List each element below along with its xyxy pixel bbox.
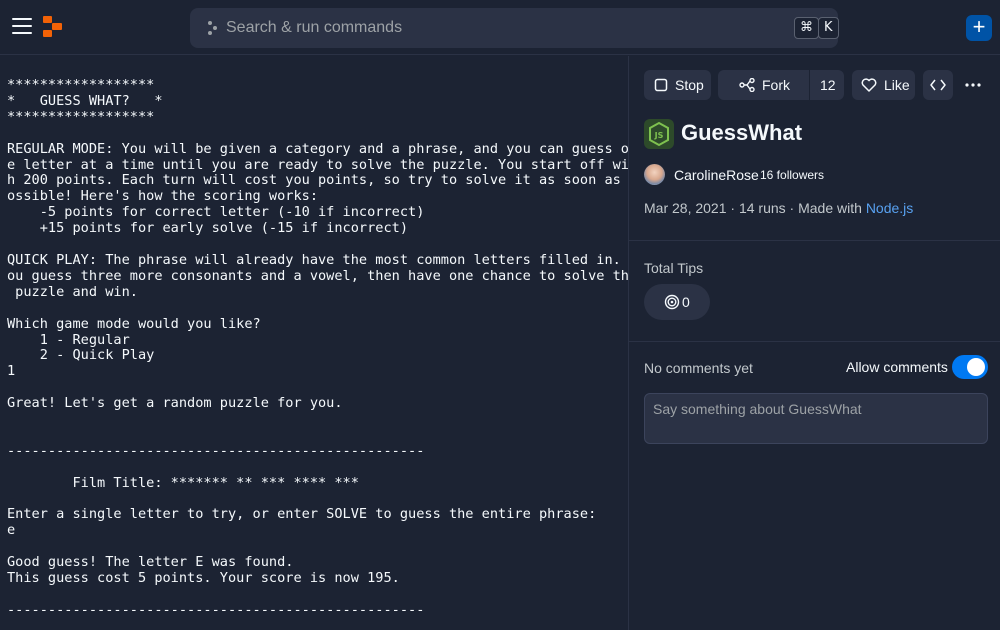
command-key-badge: ⌘ — [794, 17, 819, 39]
made-with-prefix: Made with — [798, 200, 862, 216]
embed-code-button[interactable] — [923, 70, 953, 100]
follower-count: 16 followers — [760, 168, 825, 182]
tip-spiral-icon — [664, 294, 680, 310]
stop-button[interactable]: Stop — [644, 70, 711, 100]
run-count: 14 runs — [738, 200, 786, 216]
comment-input[interactable] — [644, 393, 988, 444]
meta-separator: · — [730, 200, 739, 216]
stop-icon — [654, 78, 668, 92]
repl-info-panel: Stop Fork 12 Like JS GuessWhat CarolineR… — [629, 56, 1000, 630]
allow-comments-toggle[interactable] — [952, 355, 988, 379]
top-bar: Search & run commands ⌘ K + — [0, 0, 1000, 55]
repl-title: GuessWhat — [681, 120, 803, 145]
replit-logo[interactable] — [42, 16, 64, 38]
author-name[interactable]: CarolineRose — [674, 167, 759, 183]
allow-comments-label: Allow comments — [846, 359, 948, 375]
heart-icon — [861, 78, 877, 92]
toggle-knob — [967, 358, 985, 376]
meta-separator: · — [789, 200, 799, 216]
stop-label: Stop — [675, 77, 704, 93]
fork-icon — [739, 78, 755, 92]
no-comments-label: No comments yet — [644, 360, 753, 376]
search-bar[interactable]: Search & run commands ⌘ K — [190, 8, 839, 48]
console-output: ****************** * GUESS WHAT? * *****… — [7, 77, 628, 618]
create-button[interactable]: + — [966, 15, 992, 41]
tip-button[interactable]: 0 — [644, 284, 710, 320]
console-panel[interactable]: ****************** * GUESS WHAT? * *****… — [0, 56, 628, 630]
created-date: Mar 28, 2021 — [644, 200, 727, 216]
language-link[interactable]: Node.js — [866, 200, 913, 216]
fork-count: 12 — [820, 77, 836, 93]
fork-label: Fork — [762, 77, 790, 93]
more-options-icon[interactable] — [963, 78, 983, 92]
code-icon — [930, 79, 946, 91]
like-button[interactable]: Like — [852, 70, 915, 100]
section-divider — [629, 240, 1000, 241]
total-tips-label: Total Tips — [644, 260, 704, 276]
fork-button[interactable]: Fork 12 — [718, 70, 844, 100]
repl-meta: Mar 28, 2021 · 14 runs · Made with Node.… — [644, 200, 913, 216]
menu-icon[interactable] — [12, 18, 32, 34]
fork-separator — [809, 70, 810, 100]
like-label: Like — [884, 77, 910, 93]
k-key-badge: K — [818, 17, 839, 39]
search-placeholder: Search & run commands — [226, 19, 403, 36]
nodejs-icon: JS — [644, 119, 674, 149]
command-search-icon — [208, 21, 217, 35]
tip-count: 0 — [682, 294, 690, 310]
author-avatar[interactable] — [644, 164, 665, 185]
svg-text:JS: JS — [654, 131, 664, 140]
section-divider — [629, 341, 1000, 342]
